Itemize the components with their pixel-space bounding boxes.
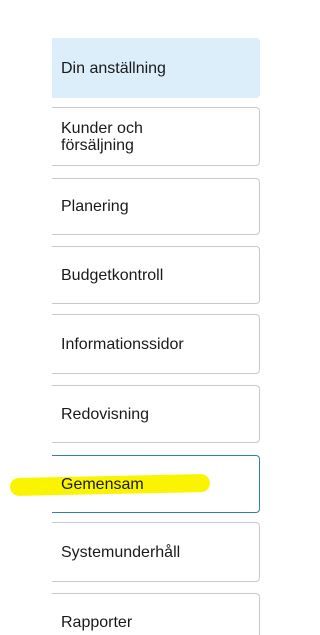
nav-item-label: Kunder och försäljning: [61, 119, 143, 154]
nav-item-label: Budgetkontroll: [61, 266, 164, 284]
side-navigation: Din anställning Kunder och försäljning P…: [0, 0, 272, 635]
nav-item-kunder-och-forsaljning[interactable]: Kunder och försäljning: [52, 107, 260, 166]
nav-item-informationssidor[interactable]: Informationssidor: [52, 314, 260, 374]
nav-item-label: Informationssidor: [61, 335, 184, 353]
nav-item-systemunderhall[interactable]: Systemunderhåll: [52, 522, 260, 582]
nav-item-label: Rapporter: [61, 613, 133, 631]
nav-item-budgetkontroll[interactable]: Budgetkontroll: [52, 246, 260, 304]
nav-item-rapporter[interactable]: Rapporter: [52, 593, 260, 635]
nav-item-din-anstallning[interactable]: Din anställning: [52, 38, 260, 98]
nav-item-planering[interactable]: Planering: [52, 178, 260, 235]
nav-item-redovisning[interactable]: Redovisning: [52, 385, 260, 443]
nav-item-label: Gemensam: [61, 475, 144, 493]
nav-item-label: Planering: [61, 198, 129, 215]
nav-item-label: Redovisning: [61, 405, 150, 423]
nav-item-label: Din anställning: [61, 59, 166, 77]
nav-item-label: Systemunderhåll: [61, 543, 181, 561]
